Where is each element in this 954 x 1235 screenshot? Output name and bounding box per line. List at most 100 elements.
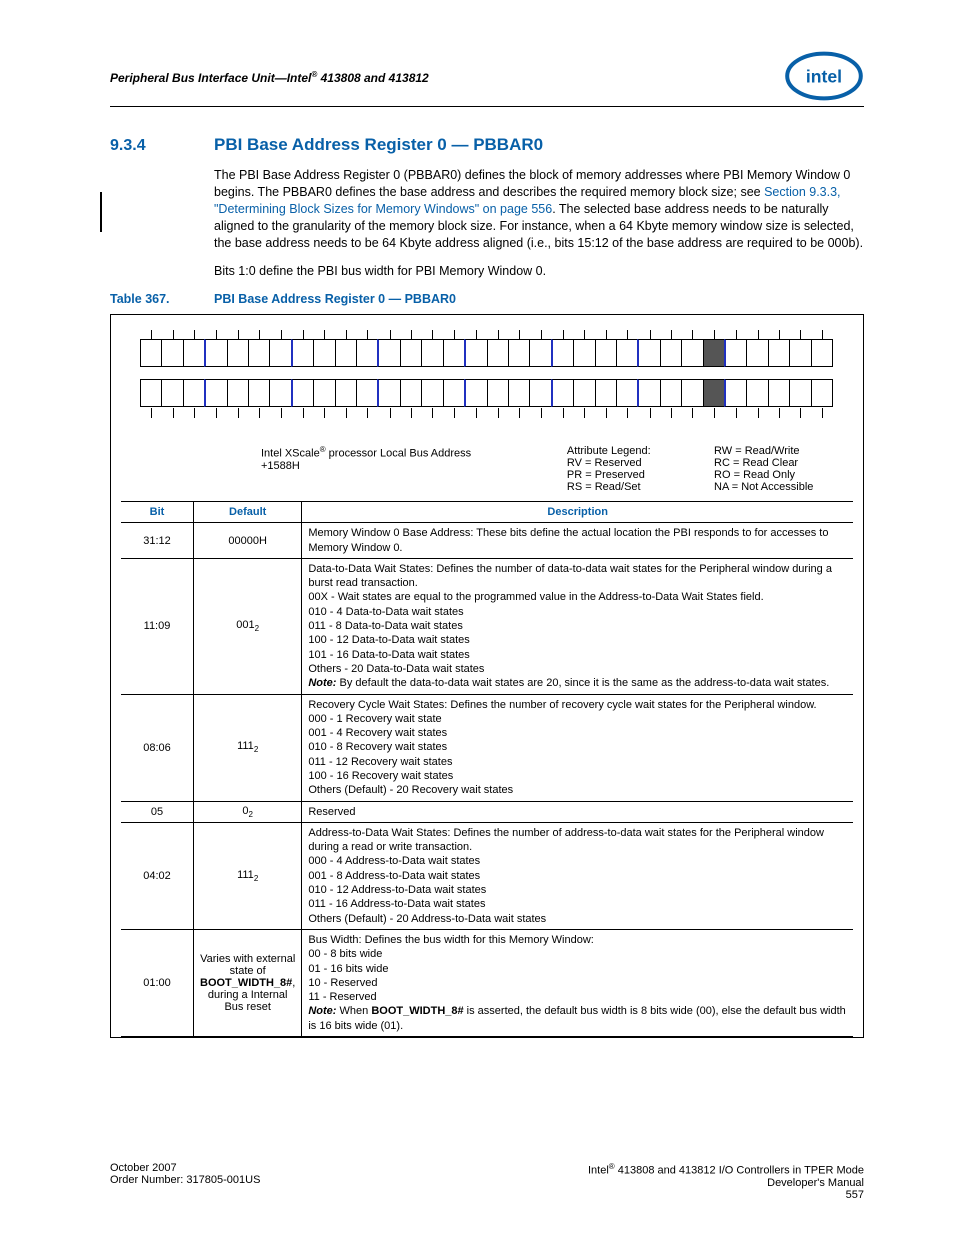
section-title: PBI Base Address Register 0 — PBBAR0 — [214, 135, 543, 155]
bit-cell — [595, 339, 617, 367]
section-number: 9.3.4 — [110, 137, 214, 155]
bit-cell — [335, 379, 357, 407]
bit-cell — [356, 339, 378, 367]
bit-cell — [377, 339, 400, 367]
paragraph-2: Bits 1:0 define the PBI bus width for PB… — [214, 263, 864, 280]
bit-cell — [508, 379, 530, 407]
intel-logo-icon: intel — [784, 50, 864, 102]
bit-cell — [811, 379, 833, 407]
running-title: Peripheral Bus Interface Unit—Intel® 413… — [110, 50, 429, 85]
bit-cell — [313, 339, 335, 367]
bit-cell — [313, 379, 335, 407]
bit-cell — [660, 379, 682, 407]
bit-cell — [291, 379, 314, 407]
page-footer: October 2007 Order Number: 317805-001US … — [110, 1162, 864, 1201]
svg-text:intel: intel — [806, 66, 842, 86]
bit-cell — [529, 379, 551, 407]
th-desc: Description — [302, 502, 853, 523]
bit-cell — [421, 379, 443, 407]
cell-bit: 01:00 — [121, 929, 194, 1036]
bit-cell — [681, 339, 703, 367]
bit-cell — [681, 379, 703, 407]
bit-cell — [161, 339, 183, 367]
bit-cell — [269, 339, 291, 367]
running-title-post: 413808 and 413812 — [317, 71, 428, 85]
page-header: Peripheral Bus Interface Unit—Intel® 413… — [110, 50, 864, 107]
table-row: 11:090012Data-to-Data Wait States: Defin… — [121, 558, 853, 694]
footer-r1b: 413808 and 413812 I/O Controllers in TPE… — [615, 1165, 864, 1177]
bit-cell — [204, 379, 227, 407]
bit-cell — [768, 379, 790, 407]
bit-cell — [573, 339, 595, 367]
bit-cell — [443, 339, 465, 367]
cell-default: 1112 — [194, 822, 302, 929]
cell-default: 00000H — [194, 523, 302, 559]
cell-default: 0012 — [194, 558, 302, 694]
cell-bit: 11:09 — [121, 558, 194, 694]
table-row: 0502Reserved — [121, 801, 853, 822]
table-row: 04:021112Address-to-Data Wait States: De… — [121, 822, 853, 929]
cap-left-b: processor Local Bus Address — [326, 448, 472, 460]
cap-left-a: Intel XScale — [261, 448, 320, 460]
bit-cell — [724, 379, 747, 407]
bit-cell — [746, 379, 768, 407]
bit-cell — [464, 379, 487, 407]
cell-default: 02 — [194, 801, 302, 822]
footer-page: 557 — [846, 1189, 864, 1201]
bit-cell — [746, 339, 768, 367]
cell-bit: 08:06 — [121, 694, 194, 801]
bit-cell — [724, 339, 747, 367]
bit-cell — [400, 379, 422, 407]
bit-cell — [637, 379, 660, 407]
attr-legend-left: Attribute Legend: RV = Reserved PR = Pre… — [567, 445, 686, 493]
table-title: PBI Base Address Register 0 — PBBAR0 — [214, 292, 456, 306]
table-header-row: Bit Default Description — [121, 502, 853, 523]
cell-bit: 04:02 — [121, 822, 194, 929]
para1-a: The PBI Base Address Register 0 (PBBAR0)… — [214, 168, 850, 199]
th-default: Default — [194, 502, 302, 523]
bit-cell — [595, 379, 617, 407]
register-table: Bit Default Description 31:1200000HMemor… — [121, 501, 853, 1037]
bit-cell — [248, 339, 270, 367]
bit-cell — [443, 379, 465, 407]
bit-cell — [703, 379, 725, 407]
bit-cell — [789, 339, 811, 367]
cell-default: Varies with external state of BOOT_WIDTH… — [194, 929, 302, 1036]
bit-cell — [140, 339, 162, 367]
attr-legend-right: RW = Read/Write RC = Read Clear RO = Rea… — [714, 445, 853, 493]
bit-cell — [291, 339, 314, 367]
bit-cell — [335, 339, 357, 367]
table-caption: Table 367. PBI Base Address Register 0 —… — [110, 292, 864, 306]
bit-cell — [703, 339, 725, 367]
cell-desc: Reserved — [302, 801, 853, 822]
section-heading: 9.3.4 PBI Base Address Register 0 — PBBA… — [110, 135, 864, 155]
table-row: 08:061112Recovery Cycle Wait States: Def… — [121, 694, 853, 801]
bit-cell — [140, 379, 162, 407]
bit-cell — [356, 379, 378, 407]
cell-bit: 05 — [121, 801, 194, 822]
cell-desc: Memory Window 0 Base Address: These bits… — [302, 523, 853, 559]
footer-r1a: Intel — [588, 1165, 609, 1177]
cell-desc: Recovery Cycle Wait States: Defines the … — [302, 694, 853, 801]
cell-desc: Data-to-Data Wait States: Defines the nu… — [302, 558, 853, 694]
bit-cell — [551, 339, 574, 367]
footer-right: Intel® 413808 and 413812 I/O Controllers… — [588, 1162, 864, 1201]
bit-cell — [400, 339, 422, 367]
bit-cell — [660, 339, 682, 367]
bit-cell — [616, 379, 638, 407]
legend-title: Attribute Legend: — [567, 445, 651, 457]
legend-rv: RV = Reserved — [567, 457, 642, 469]
address-caption: Intel XScale® processor Local Bus Addres… — [261, 445, 539, 493]
legend-pr: PR = Preserved — [567, 469, 645, 481]
bit-cell — [161, 379, 183, 407]
bit-cell — [464, 339, 487, 367]
bit-cell — [487, 339, 509, 367]
bit-cell — [508, 339, 530, 367]
cell-bit: 31:12 — [121, 523, 194, 559]
footer-r2: Developer's Manual — [767, 1177, 864, 1189]
bit-cell — [637, 339, 660, 367]
cap-left-c: +1588H — [261, 460, 300, 472]
bit-cell — [269, 379, 291, 407]
bit-cell — [227, 339, 249, 367]
legend-na: NA = Not Accessible — [714, 481, 813, 493]
